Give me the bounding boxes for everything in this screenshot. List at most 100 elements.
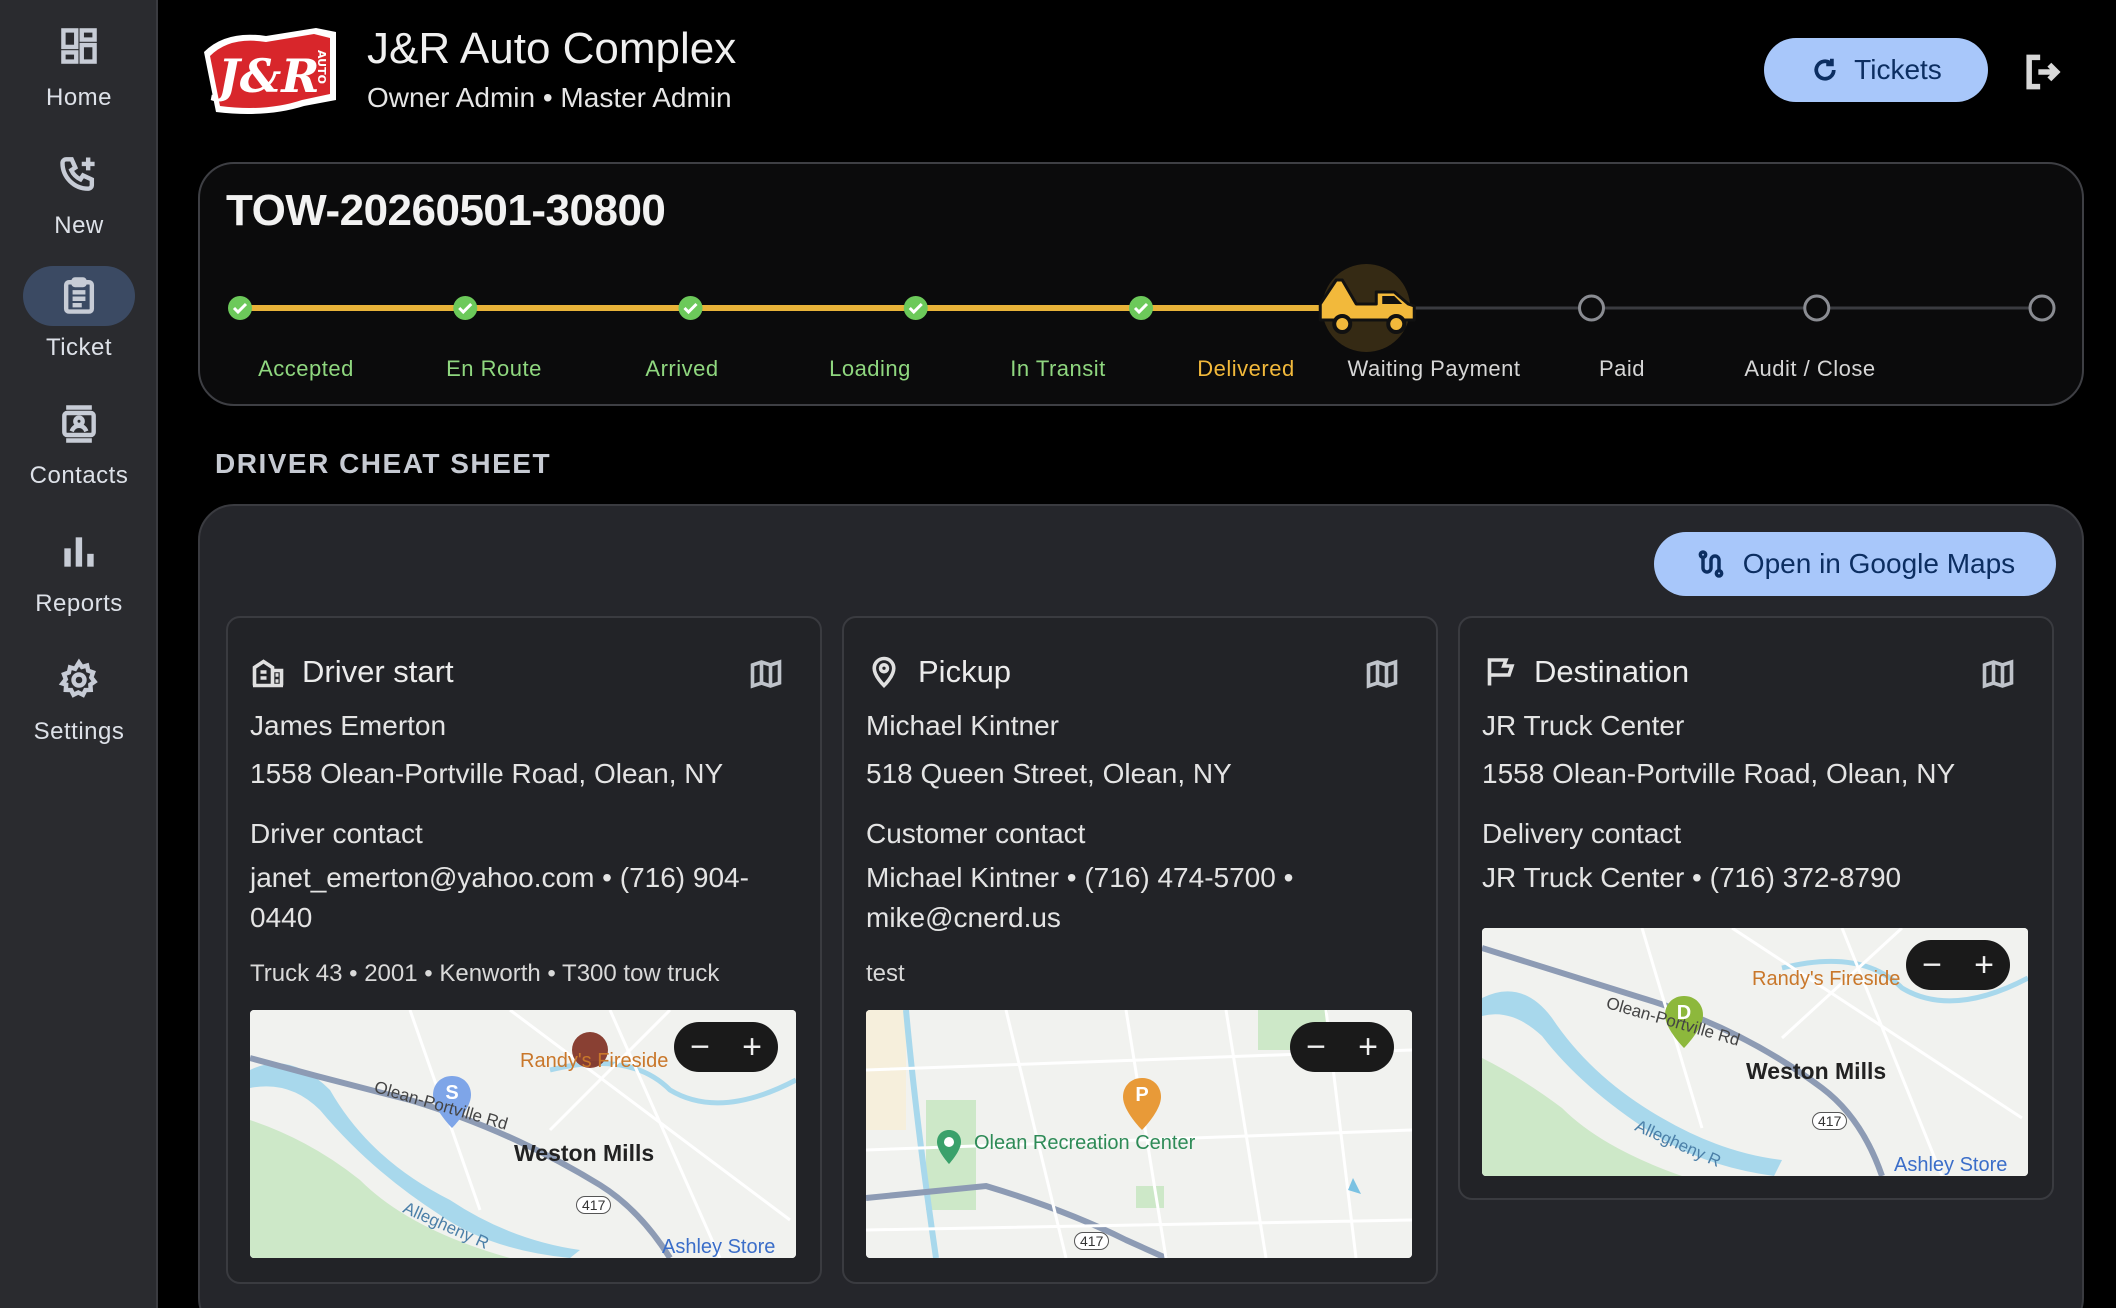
driver-start-map-button[interactable] xyxy=(748,656,784,692)
recreation-center-marker xyxy=(937,1130,961,1164)
progress-step-label: In Transit xyxy=(1010,356,1106,381)
map-label-recreation-center: Olean Recreation Center xyxy=(974,1132,1196,1154)
clipboard-icon xyxy=(23,266,135,326)
nav-settings-label: Settings xyxy=(33,718,125,745)
map-label-route-417: 417 xyxy=(1812,1112,1848,1130)
nav-contacts[interactable]: Contacts xyxy=(0,394,158,504)
nav-ticket-label: Ticket xyxy=(45,334,113,361)
pickup-map-zoom: − + xyxy=(1290,1022,1394,1072)
map-label-route-417: 417 xyxy=(576,1196,612,1214)
pickup-pin[interactable]: P xyxy=(1120,1076,1164,1132)
nav-new[interactable]: New xyxy=(0,144,158,254)
customer-contact: Michael Kintner • (716) 474-5700 • mike@… xyxy=(866,862,1294,933)
destination-map-zoom: − + xyxy=(1906,940,2010,990)
destination-map-button[interactable] xyxy=(1980,656,2016,692)
driver-start-address: 1558 Olean-Portville Road, Olean, NY xyxy=(250,758,724,789)
zoom-out-button[interactable]: − xyxy=(1912,943,1952,987)
zoom-in-button[interactable]: + xyxy=(732,1025,772,1069)
progress-step-loading xyxy=(903,296,928,320)
ticket-id: TOW-20260501-30800 xyxy=(226,186,666,235)
destination-map[interactable]: D Randy's Fireside Olean-Portville Rd We… xyxy=(1482,928,2028,1176)
logout-button[interactable] xyxy=(2018,48,2066,96)
zoom-out-button[interactable]: − xyxy=(680,1025,720,1069)
driver-start-card: Driver start James Emerton 1558 Olean-Po… xyxy=(226,616,822,1284)
progress-step-waiting-payment xyxy=(1578,294,1605,322)
zoom-in-button[interactable]: + xyxy=(1348,1025,1388,1069)
map-label-randys: Randy's Fireside xyxy=(1752,968,1901,990)
map-icon xyxy=(1982,659,2014,689)
progress-step-audit-close xyxy=(2028,294,2056,322)
phone-add-icon xyxy=(23,144,135,204)
svg-text:J&R: J&R xyxy=(210,49,320,103)
progress-step-label: En Route xyxy=(446,356,542,381)
customer-contact-label: Customer contact xyxy=(866,818,1086,849)
progress-step-label: Delivered xyxy=(1197,356,1295,381)
location-pin-icon xyxy=(872,656,896,688)
zoom-out-button[interactable]: − xyxy=(1296,1025,1336,1069)
nav-new-label: New xyxy=(54,212,104,239)
pickup-title: Pickup xyxy=(918,654,1012,689)
progress-step-arrived xyxy=(678,296,703,320)
bar-chart-icon xyxy=(23,522,135,582)
map-icon xyxy=(1366,659,1398,689)
nav-ticket[interactable]: Ticket xyxy=(0,266,158,376)
tickets-button-label: Tickets xyxy=(1854,54,1942,85)
nav-reports-label: Reports xyxy=(35,590,123,617)
gear-icon xyxy=(23,650,135,710)
destination-card: Destination JR Truck Center 1558 Olean-P… xyxy=(1458,616,2054,1200)
sidebar: Home New Ticket Contacts Reports Setting… xyxy=(0,0,158,1308)
dashboard-icon xyxy=(23,16,135,76)
map-label-ashley-store: Ashley Store xyxy=(1894,1154,2008,1176)
pickup-card: Pickup Michael Kintner 518 Queen Street,… xyxy=(842,616,1438,1284)
driver-start-map[interactable]: S Randy's Fireside Olean-Portville Rd We… xyxy=(250,1010,796,1258)
company-logo: J&R AUTO xyxy=(196,22,344,118)
open-google-maps-button[interactable]: Open in Google Maps xyxy=(1654,532,2056,596)
tickets-button[interactable]: Tickets xyxy=(1764,38,1988,102)
svg-text:AUTO: AUTO xyxy=(315,50,328,84)
progress-step-label: Accepted xyxy=(258,356,354,381)
map-label-ashley-store: Ashley Store xyxy=(662,1236,776,1258)
truck-info: Truck 43 • 2001 • Kenworth • T300 tow tr… xyxy=(250,960,720,987)
progress-step-accepted xyxy=(228,296,252,320)
customer-name: Michael Kintner xyxy=(866,710,1059,741)
progress-step-label: Paid xyxy=(1598,356,1646,381)
pickup-address: 518 Queen Street, Olean, NY xyxy=(866,758,1232,789)
flag-icon xyxy=(1487,658,1515,686)
progress-step-paid xyxy=(1803,294,1831,322)
app-title: J&R Auto Complex xyxy=(367,24,737,73)
nav-reports[interactable]: Reports xyxy=(0,522,158,632)
map-label-randys: Randy's Fireside xyxy=(520,1050,669,1072)
nav-settings[interactable]: Settings xyxy=(0,650,158,760)
pickup-map[interactable]: P Olean Recreation Center 417 − + xyxy=(866,1010,1412,1258)
building-icon xyxy=(252,659,284,688)
destination-name: JR Truck Center xyxy=(1482,710,1685,741)
map-icon xyxy=(750,659,782,689)
destination-address: 1558 Olean-Portville Road, Olean, NY xyxy=(1482,758,1956,789)
progress-step-delivered xyxy=(1318,264,1416,352)
nav-contacts-label: Contacts xyxy=(29,462,129,489)
zoom-in-button[interactable]: + xyxy=(1964,943,2004,987)
progress-step-in-transit xyxy=(1129,296,1153,320)
pickup-map-button[interactable] xyxy=(1364,656,1400,692)
pickup-note: test xyxy=(866,960,905,987)
progress-step-label: Waiting Payment xyxy=(1347,356,1521,381)
nav-home-label: Home xyxy=(45,84,113,111)
nav-home[interactable]: Home xyxy=(0,16,158,126)
contacts-icon xyxy=(23,394,135,454)
pickup-pin-letter: P xyxy=(1135,1084,1149,1106)
progress-step-label: Arrived xyxy=(645,356,719,381)
logout-icon xyxy=(2026,54,2061,90)
route-icon xyxy=(1698,550,1724,578)
progress-step-label: Audit / Close xyxy=(1744,356,1876,381)
map-label-weston-mills: Weston Mills xyxy=(514,1140,655,1166)
map-label-route-417: 417 xyxy=(1074,1232,1110,1250)
driver-contact: janet_emerton@yahoo.com • (716) 904-0440 xyxy=(250,862,749,933)
delivery-contact-label: Delivery contact xyxy=(1482,818,1682,849)
destination-title: Destination xyxy=(1534,654,1690,689)
delivery-contact: JR Truck Center • (716) 372-8790 xyxy=(1482,862,1902,893)
section-title: DRIVER CHEAT SHEET xyxy=(215,448,552,479)
progress-step-label: Loading xyxy=(829,356,911,381)
map-label-weston-mills: Weston Mills xyxy=(1746,1058,1887,1084)
progress-step-en-route xyxy=(453,296,478,320)
user-roles: Owner Admin • Master Admin xyxy=(367,82,732,113)
